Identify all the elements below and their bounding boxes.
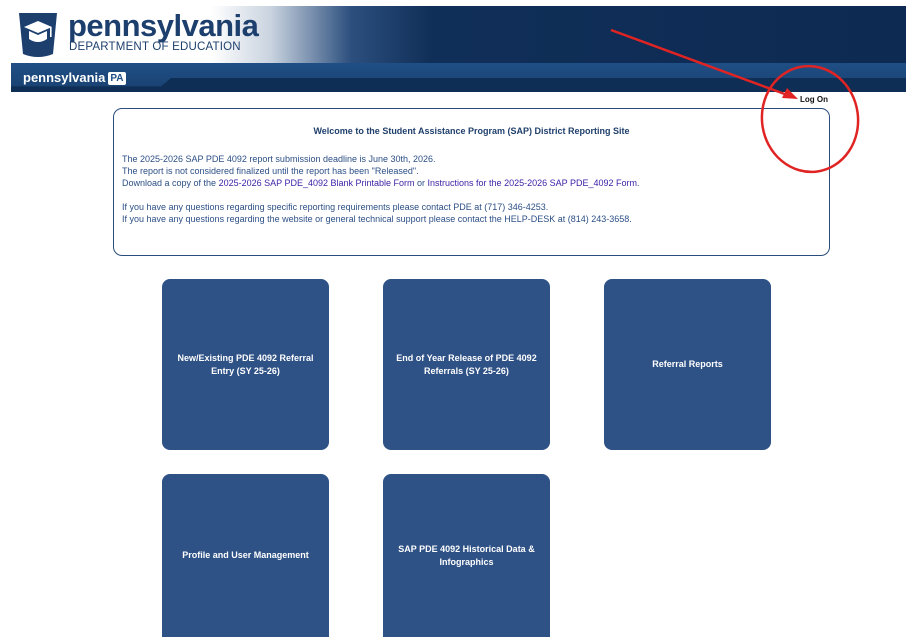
tile-profile-user-management[interactable]: Profile and User Management: [162, 474, 329, 637]
tile-referral-reports[interactable]: Referral Reports: [604, 279, 771, 450]
brand-row: pennsylvania DEPARTMENT OF EDUCATION: [11, 6, 906, 62]
sub-banner: pennsylvania PA: [11, 63, 906, 92]
contact-helpdesk-text: If you have any questions regarding the …: [122, 214, 632, 224]
download-suffix: .: [636, 178, 640, 188]
keystone-logo-icon: [19, 13, 57, 57]
contact-pde-text: If you have any questions regarding spec…: [122, 202, 549, 212]
welcome-panel: Welcome to the Student Assistance Progra…: [113, 108, 830, 256]
brand-name: pennsylvania: [68, 8, 259, 43]
download-or: or: [414, 178, 428, 188]
welcome-body: The 2025-2026 SAP PDE 4092 report submis…: [122, 153, 822, 225]
tile-historical-data[interactable]: SAP PDE 4092 Historical Data & Infograph…: [383, 474, 550, 637]
pa-badge: PA: [108, 72, 126, 85]
department-name: DEPARTMENT OF EDUCATION: [69, 41, 241, 53]
download-prefix: Download a copy of the: [122, 178, 219, 188]
finalized-text: The report is not considered finalized u…: [122, 166, 419, 176]
instructions-link[interactable]: Instructions for the 2025-2026 SAP PDE_4…: [428, 178, 637, 188]
log-on-link[interactable]: Log On: [800, 95, 828, 104]
welcome-title: Welcome to the Student Assistance Progra…: [313, 126, 630, 136]
tile-end-of-year-release[interactable]: End of Year Release of PDE 4092 Referral…: [383, 279, 550, 450]
deadline-text: The 2025-2026 SAP PDE 4092 report submis…: [122, 154, 436, 164]
download-line: Download a copy of the 2025-2026 SAP PDE…: [122, 177, 822, 189]
sub-logo-text: pennsylvania: [23, 70, 106, 85]
pennsylvania-sub-logo[interactable]: pennsylvania PA: [23, 70, 126, 86]
blank-form-link[interactable]: 2025-2026 SAP PDE_4092 Blank Printable F…: [219, 178, 415, 188]
tile-referral-entry[interactable]: New/Existing PDE 4092 Referral Entry (SY…: [162, 279, 329, 450]
site-header: pennsylvania DEPARTMENT OF EDUCATION pen…: [11, 6, 906, 92]
